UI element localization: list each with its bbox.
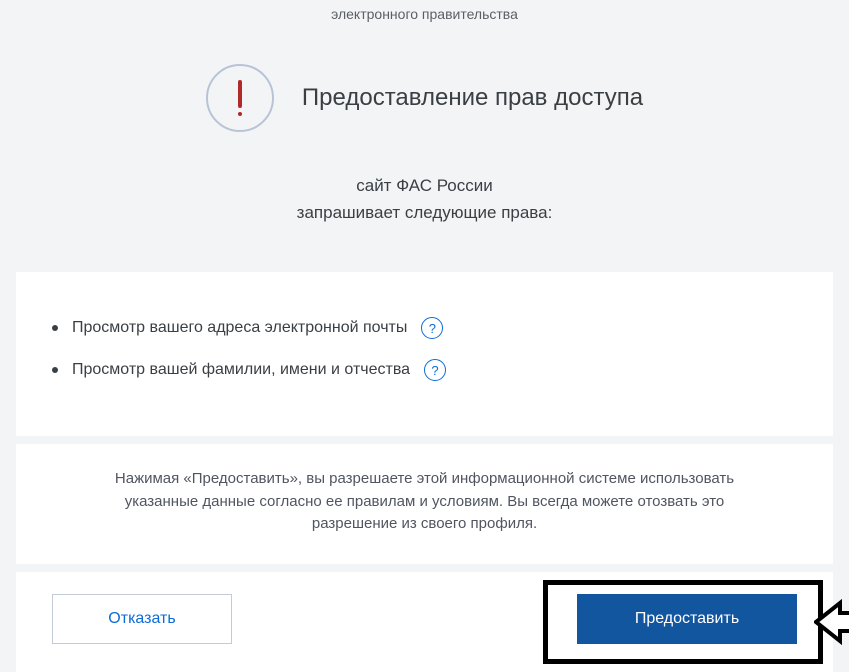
exclamation-icon bbox=[206, 64, 274, 132]
header-subtitle: электронного правительства bbox=[0, 0, 849, 22]
bullet-icon bbox=[52, 367, 58, 373]
decline-button[interactable]: Отказать bbox=[52, 594, 232, 644]
title-row: Предоставление прав доступа bbox=[0, 64, 849, 132]
permission-item: Просмотр вашего адреса электронной почты… bbox=[52, 307, 797, 349]
permission-text: Просмотр вашего адреса электронной почты bbox=[72, 319, 407, 337]
request-subhead: сайт ФАС России запрашивает следующие пр… bbox=[0, 172, 849, 226]
permission-item: Просмотр вашей фамилии, имени и отчества… bbox=[52, 349, 797, 391]
arrow-left-icon bbox=[814, 597, 849, 647]
permissions-list: Просмотр вашего адреса электронной почты… bbox=[52, 307, 797, 391]
actions-row: Отказать Предоставить bbox=[16, 572, 833, 672]
request-line: запрашивает следующие права: bbox=[0, 199, 849, 226]
bullet-icon bbox=[52, 325, 58, 331]
help-icon[interactable]: ? bbox=[424, 359, 446, 381]
permission-text: Просмотр вашей фамилии, имени и отчества bbox=[72, 361, 410, 379]
disclosure-text: Нажимая «Предоставить», вы разрешаете эт… bbox=[16, 444, 833, 564]
help-icon[interactable]: ? bbox=[421, 317, 443, 339]
grant-button[interactable]: Предоставить bbox=[577, 594, 797, 644]
page-title: Предоставление прав доступа bbox=[302, 84, 643, 112]
requester-name: сайт ФАС России bbox=[0, 172, 849, 199]
permissions-panel: Просмотр вашего адреса электронной почты… bbox=[16, 272, 833, 436]
